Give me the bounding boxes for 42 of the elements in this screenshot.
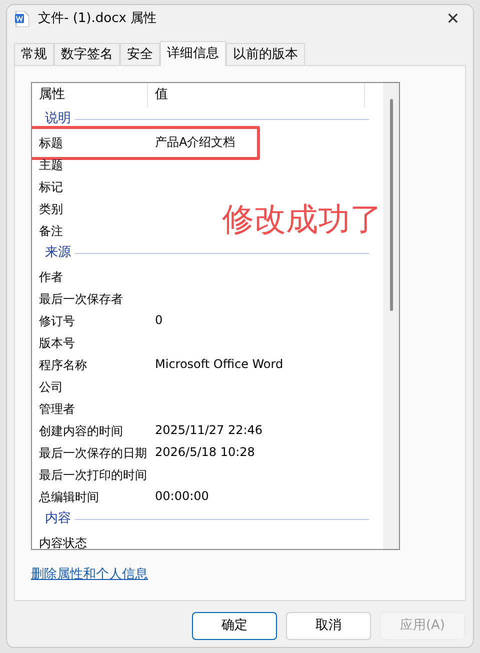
property-value: 00:00:00	[155, 488, 209, 505]
group-heading: 来源	[45, 244, 71, 262]
property-name: 管理者	[39, 402, 75, 416]
property-value: Microsoft Office Word	[155, 356, 284, 373]
property-name: 公司	[39, 380, 63, 394]
property-name: 标记	[39, 180, 63, 194]
property-name: 作者	[39, 270, 63, 284]
dialog-button[interactable]: 确定	[192, 612, 277, 640]
remove-properties-link[interactable]: 删除属性和个人信息	[31, 565, 148, 584]
property-name: 内容状态	[39, 536, 87, 549]
column-header[interactable]: 值	[148, 83, 365, 107]
property-name: 最后一次打印的时间	[39, 468, 147, 482]
property-name: 类别	[39, 202, 63, 216]
document-icon	[15, 11, 29, 27]
property-name: 最后一次保存者	[39, 292, 123, 306]
property-value: 2026/5/18 10:28	[155, 444, 255, 461]
property-name: 程序名称	[39, 358, 87, 372]
property-name: 修订号	[39, 314, 75, 328]
group-heading: 说明	[45, 110, 71, 128]
group-heading: 内容	[45, 510, 71, 528]
tab[interactable]: 常规	[14, 43, 54, 65]
column-header[interactable]: 属性	[32, 83, 148, 107]
annotation-text: 修改成功了	[222, 199, 382, 240]
tab[interactable]: 以前的版本	[226, 43, 305, 65]
window-title: 文件- (1).docx 属性	[38, 10, 157, 28]
property-value: 产品A介绍文档	[155, 134, 236, 151]
property-value: 2025/11/27 22:46	[155, 422, 263, 439]
property-name: 创建内容的时间	[39, 424, 123, 438]
property-name: 标题	[39, 136, 63, 150]
property-name: 主题	[39, 158, 63, 172]
scrollbar-thumb[interactable]	[390, 99, 392, 311]
tab[interactable]: 安全	[120, 43, 160, 65]
tab[interactable]: 详细信息	[160, 41, 226, 66]
property-value: 0	[155, 312, 163, 329]
property-name: 版本号	[39, 336, 75, 350]
close-button[interactable]: ✕	[441, 7, 465, 31]
property-name: 最后一次保存的日期	[39, 446, 147, 460]
property-name: 总编辑时间	[39, 490, 99, 504]
tab[interactable]: 数字签名	[54, 43, 120, 65]
dialog-button[interactable]: 取消	[286, 612, 371, 640]
property-name: 备注	[39, 224, 63, 238]
scrollbar[interactable]	[383, 83, 399, 549]
